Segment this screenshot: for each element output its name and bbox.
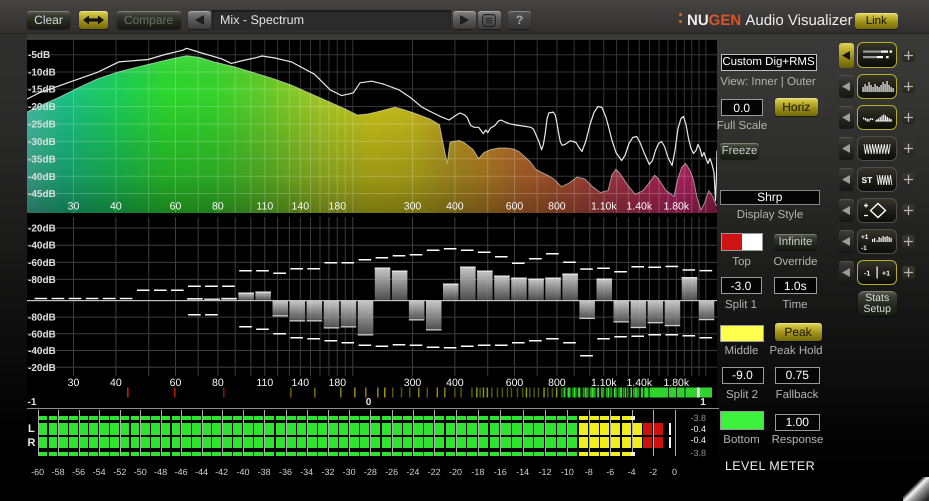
svg-text:1.40k: 1.40k xyxy=(626,200,652,212)
svg-text:600: 600 xyxy=(506,200,524,212)
svg-text:110: 110 xyxy=(256,200,273,212)
svg-text:80: 80 xyxy=(212,200,224,212)
svg-text:-60dB: -60dB xyxy=(28,329,56,340)
svg-text:800: 800 xyxy=(548,200,566,212)
svg-text:+1: +1 xyxy=(882,270,890,277)
svg-text:60: 60 xyxy=(170,200,182,212)
svg-text:30: 30 xyxy=(68,377,80,389)
svg-text:-5dB: -5dB xyxy=(28,50,50,61)
svg-text:ST: ST xyxy=(861,175,873,185)
svg-text:-35dB: -35dB xyxy=(28,154,56,165)
svg-text:80: 80 xyxy=(212,377,224,389)
svg-text:140: 140 xyxy=(292,377,310,389)
svg-text:-40dB: -40dB xyxy=(28,346,56,357)
svg-text:600: 600 xyxy=(506,377,524,389)
svg-text:-60dB: -60dB xyxy=(28,258,56,269)
svg-text:400: 400 xyxy=(446,200,464,212)
svg-text:-20dB: -20dB xyxy=(28,102,56,113)
svg-text:-20dB: -20dB xyxy=(28,363,56,374)
svg-text:30: 30 xyxy=(68,200,80,212)
svg-text:-40dB: -40dB xyxy=(28,241,56,252)
svg-text:1.10k: 1.10k xyxy=(591,200,617,212)
svg-text:-30dB: -30dB xyxy=(28,136,56,147)
svg-text:-80dB: -80dB xyxy=(28,313,56,324)
svg-text:1.80k: 1.80k xyxy=(663,200,689,212)
svg-text:180: 180 xyxy=(329,377,347,389)
svg-text:-80dB: -80dB xyxy=(28,275,56,286)
svg-text:180: 180 xyxy=(329,200,347,212)
svg-text:300: 300 xyxy=(404,377,422,389)
svg-text:60: 60 xyxy=(170,377,182,389)
svg-text:400: 400 xyxy=(446,377,464,389)
svg-text:-15dB: -15dB xyxy=(28,84,56,95)
svg-text:-40dB: -40dB xyxy=(28,171,56,182)
svg-text:1.10k: 1.10k xyxy=(591,377,617,389)
svg-text:1.40k: 1.40k xyxy=(626,377,652,389)
svg-text:+1: +1 xyxy=(861,234,869,241)
svg-text:-20dB: -20dB xyxy=(28,224,56,235)
svg-text:-1: -1 xyxy=(864,270,870,277)
svg-text:40: 40 xyxy=(110,200,122,212)
svg-text:-25dB: -25dB xyxy=(28,119,56,130)
svg-text:-1: -1 xyxy=(861,245,867,252)
svg-text:300: 300 xyxy=(404,200,422,212)
svg-text:1.80k: 1.80k xyxy=(663,377,689,389)
svg-text:800: 800 xyxy=(548,377,566,389)
svg-text:140: 140 xyxy=(292,200,310,212)
svg-text:110: 110 xyxy=(256,377,273,389)
svg-text:-10dB: -10dB xyxy=(28,67,56,78)
svg-text:-45dB: -45dB xyxy=(28,189,56,200)
svg-text:40: 40 xyxy=(110,377,122,389)
